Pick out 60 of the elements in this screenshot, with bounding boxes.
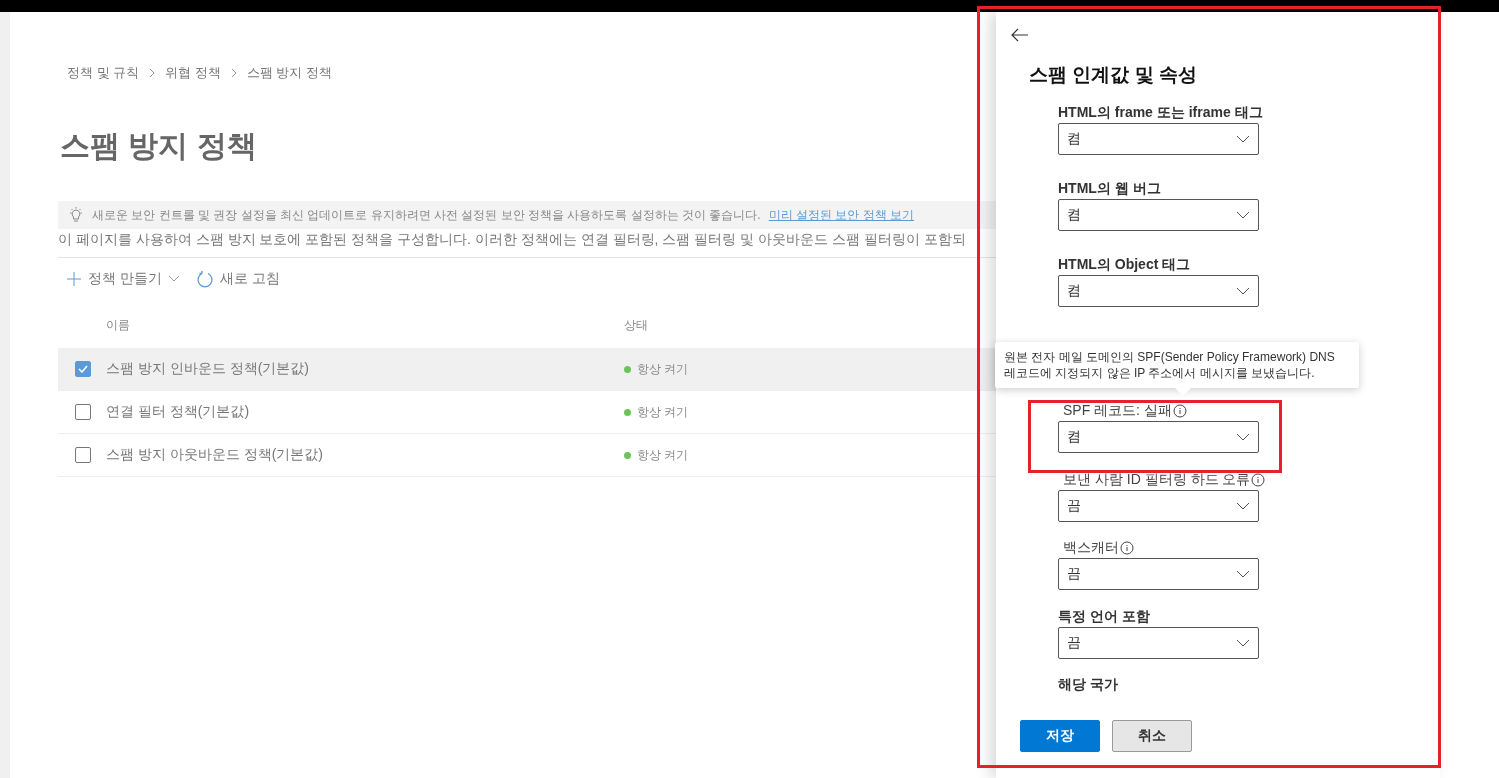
column-header[interactable]: 이름 [106,316,624,334]
chevron-icon [1236,287,1250,295]
row-checkbox[interactable] [75,404,91,420]
table-row[interactable]: 스팸 방지 인바운드 정책(기본값) 항상 켜기 [58,348,996,391]
field-label: HTML의 웹 버그 [1058,180,1161,198]
field-label: 특정 언어 포함 [1058,607,1150,626]
status-dot [624,451,631,459]
column-header[interactable]: 상태 [624,316,996,334]
select-field[interactable]: 켬 [1058,421,1259,453]
status-dot [624,408,631,416]
chevron-icon [1236,211,1250,219]
back-button[interactable] [1011,28,1029,42]
cancel-button[interactable]: 취소 [1112,720,1192,752]
policy-name: 스팸 방지 인바운드 정책(기본값) [106,360,310,378]
banner-text: 새로운 보안 컨트롤 및 권장 설정을 최신 업데이트로 유지하려면 사전 설정된 보안 정책을 사용하도록 설정하는 것이 좋습니다. [92,206,761,224]
tooltip: 원본 전자 메일 도메인의 SPF(Sender Policy Framework) DNS 레코드에 지정되지 않은 IP 주소에서 메시지를 보냈습니다. [995,342,1359,388]
select-field[interactable]: 끔 [1058,558,1259,590]
select-field[interactable]: 켬 [1058,123,1259,155]
status-dot [624,365,631,373]
status-text: 항상 켜기 [637,403,689,421]
chevron-icon [1236,501,1250,510]
field-label: SPF 레코드: 실패 [1063,402,1172,420]
back-arrow-icon [1011,28,1029,42]
status-text: 항상 켜기 [637,446,689,464]
policy-name: 연결 필터 정책(기본값) [106,403,251,421]
info-icon[interactable] [1251,472,1266,487]
plus-icon [66,271,82,287]
refresh-icon [195,270,214,288]
breadcrumb-item[interactable]: 위협 정책 [165,64,221,82]
select-field[interactable]: 끔 [1058,489,1259,522]
status-text: 항상 켜기 [637,360,689,378]
select-field[interactable]: 켬 [1058,275,1259,307]
field-label: HTML의 Object 태그 [1058,256,1191,274]
page-description: 이 페이지를 사용하여 스팸 방지 보호에 포함된 정책을 구성합니다. 이러한 정책에는 연결 필터링, 스팸 필터링 및 아웃바운드 스팸 필터링이 포함되 [58,231,996,258]
refresh-button[interactable]: 새로 고침 [195,270,280,288]
checkmark-icon [78,365,88,373]
panel-title: 스팸 인계값 및 속성 [1029,63,1198,87]
chevron-icon [1236,570,1250,578]
save-button[interactable]: 저장 [1020,720,1100,752]
lightbulb-icon [68,207,84,223]
chevron-icon [1236,638,1250,647]
chevron-icon [1236,433,1250,441]
banner-link[interactable]: 미리 설정된 보안 정책 보기 [768,206,915,224]
select-field[interactable]: 끔 [1058,626,1259,659]
chevron-icon [167,275,180,283]
field-label: HTML의 frame 또는 iframe 태그 [1058,104,1263,122]
breadcrumb-item[interactable]: 정책 및 규칙 [67,64,140,82]
create-policy-button[interactable]: 정책 만들기 [66,270,180,288]
chevron-icon [1236,135,1250,143]
field-label: 백스캐터 [1063,539,1119,557]
breadcrumb-item[interactable]: 스팸 방지 정책 [246,64,333,82]
row-checkbox[interactable] [75,361,91,377]
row-checkbox[interactable] [75,447,91,463]
page-title: 스팸 방지 정책 [60,128,258,164]
policy-name: 스팸 방지 아웃바운드 정책(기본값) [106,446,324,464]
info-icon[interactable] [1120,541,1134,555]
field-label: 해당 국가 [1058,676,1118,694]
field-label: 보낸 사람 ID 필터링 하드 오류 [1063,470,1251,489]
info-icon[interactable] [1172,404,1187,418]
select-field[interactable]: 켬 [1058,199,1259,231]
